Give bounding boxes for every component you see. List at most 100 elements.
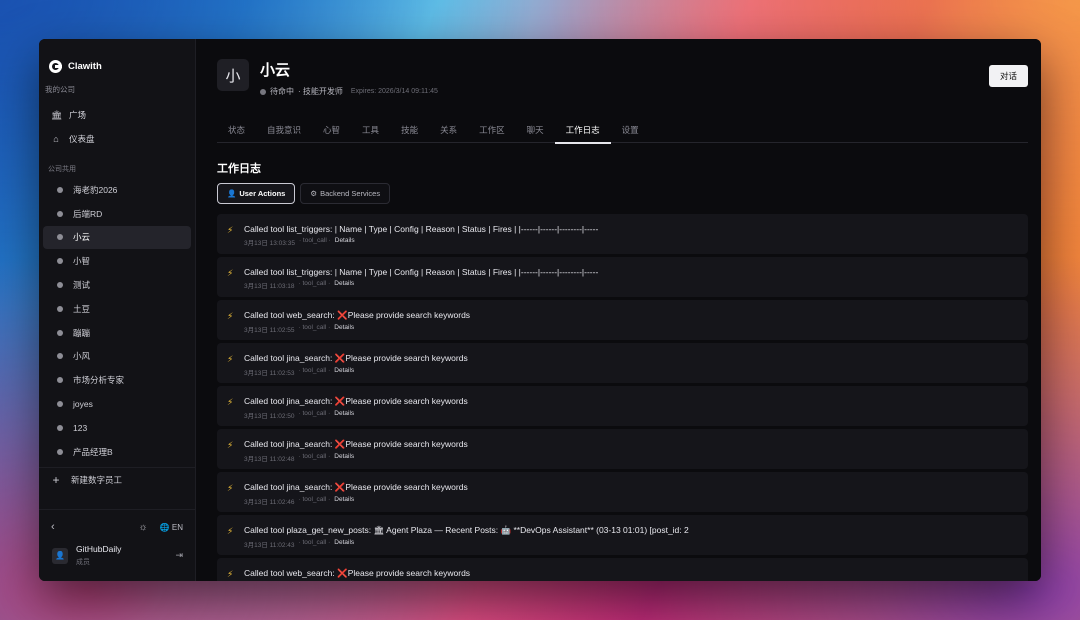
sidebar-agent-item[interactable]: 123 (43, 416, 191, 440)
log-entry[interactable]: ⚡ Called tool list_triggers: | Name | Typ… (217, 257, 1028, 297)
filter-button[interactable]: 👤 User Actions (217, 183, 296, 204)
agent-status-dot-icon (57, 210, 63, 217)
log-text: | Name | Type | Config | Reason | Status… (334, 224, 599, 234)
sidebar-agent-item[interactable]: 后端RD (43, 202, 191, 226)
log-entry[interactable]: ⚡ Called tool jina_search: ❌Please provid… (217, 386, 1028, 426)
sidebar: Clawith 我的公司 🏛 广场 ⌂ 仪表盘 公司共用 海老豹2026 后端RD… (39, 39, 196, 581)
agent-avatar: 小 (217, 59, 249, 91)
nav-item-dashboard[interactable]: ⌂ 仪表盘 (39, 127, 195, 151)
user-profile[interactable]: 👤 GitHubDaily 成员 ⇥ (39, 540, 195, 567)
details-link[interactable]: Details (334, 410, 354, 420)
lightning-icon: ⚡ (227, 311, 234, 321)
tab-item[interactable]: 聊天 (516, 119, 555, 143)
log-kind: · tool_call · (298, 367, 331, 374)
log-entry[interactable]: ⚡ Called tool web_search: ❌Please provide… (217, 558, 1028, 581)
details-link[interactable]: Details (334, 324, 354, 334)
details-link[interactable]: Details (334, 496, 354, 506)
sidebar-agent-item[interactable]: 产品经理B (43, 440, 191, 464)
agent-name: 小云 (260, 62, 291, 79)
agent-status-dot-icon (57, 186, 63, 193)
tab-item[interactable]: 关系 (429, 119, 468, 143)
logout-icon[interactable]: ⇥ (175, 550, 183, 561)
chat-button[interactable]: 对话 (988, 65, 1028, 87)
tab-item[interactable]: 技能 (390, 119, 429, 143)
agent-header: 小 小云 待命中 · 技能开发师 Expires: 2026/3/14 09:1… (217, 59, 438, 97)
section-label: 公司共用 (48, 166, 76, 173)
log-message: Called tool jina_search: ❌Please provide… (244, 439, 1018, 450)
sidebar-agent-item[interactable]: 蹦蹦 (43, 321, 191, 345)
agent-status-dot-icon (57, 329, 63, 336)
sidebar-agent-item[interactable]: 海老豹2026 (43, 178, 191, 202)
error-cross-icon: ❌ (334, 353, 346, 363)
log-time: 3月13日 11:02:43 (244, 542, 295, 549)
home-icon: ⌂ (53, 134, 59, 144)
language-toggle[interactable]: 🌐 EN (160, 523, 183, 532)
sidebar-agent-item[interactable]: 小云 (43, 225, 191, 250)
agent-label: 123 (73, 422, 88, 433)
tab-item[interactable]: 自我意识 (256, 119, 312, 143)
sidebar-agent-item[interactable]: 小智 (43, 249, 191, 273)
nav-label: 仪表盘 (69, 134, 95, 144)
log-prefix: Called tool list_triggers: (244, 224, 335, 234)
log-prefix: Called tool web_search: (244, 568, 338, 578)
theme-toggle-icon[interactable]: ☼ (139, 522, 148, 533)
error-cross-icon: ❌ (334, 482, 346, 492)
gear-icon: ⚙ (310, 189, 318, 198)
log-entry[interactable]: ⚡ Called tool plaza_get_new_posts: 🏛 Agen… (217, 515, 1028, 555)
log-body: Called tool jina_search: ❌Please provide… (244, 439, 1018, 463)
company-name[interactable]: 我的公司 (39, 79, 195, 103)
log-entry[interactable]: ⚡ Called tool list_triggers: | Name | Typ… (217, 214, 1028, 254)
tab-item[interactable]: 工具 (351, 119, 390, 143)
lightning-icon: ⚡ (227, 440, 234, 450)
tab-item[interactable]: 状态 (217, 119, 256, 143)
log-kind: · tool_call · (298, 539, 331, 546)
log-entry[interactable]: ⚡ Called tool web_search: ❌Please provide… (217, 300, 1028, 340)
log-prefix: Called tool jina_search: (244, 396, 335, 406)
add-agent-button[interactable]: + 新建数字员工 (39, 466, 195, 493)
sidebar-agent-item[interactable]: joyes (43, 392, 191, 416)
log-entry[interactable]: ⚡ Called tool jina_search: ❌Please provid… (217, 343, 1028, 383)
log-meta: 3月13日 11:02:55 · tool_call · Details (244, 324, 1018, 334)
log-entry[interactable]: ⚡ Called tool jina_search: ❌Please provid… (217, 429, 1028, 469)
log-message: Called tool jina_search: ❌Please provide… (244, 396, 1018, 407)
sidebar-agent-item[interactable]: 土豆 (43, 297, 191, 321)
log-prefix: Called tool plaza_get_new_posts: (244, 525, 374, 535)
language-label: EN (171, 522, 183, 532)
log-body: Called tool jina_search: ❌Please provide… (244, 396, 1018, 420)
sidebar-agent-item[interactable]: 市场分析专家 (43, 368, 191, 392)
error-cross-icon: ❌ (337, 568, 348, 578)
lightning-icon: ⚡ (227, 526, 234, 536)
log-kind: · tool_call · (298, 496, 331, 503)
details-link[interactable]: Details (335, 237, 355, 247)
log-body: Called tool list_triggers: | Name | Type… (244, 224, 1018, 247)
log-time: 3月13日 11:02:55 (244, 327, 295, 334)
nav-item-plaza[interactable]: 🏛 广场 (39, 103, 195, 127)
log-text: | Name | Type | Config | Reason | Status… (334, 267, 599, 277)
tab-item[interactable]: 工作日志 (554, 119, 611, 144)
log-entry[interactable]: ⚡ Called tool jina_search: ❌Please provid… (217, 472, 1028, 512)
collapse-sidebar-icon[interactable]: ‹ (51, 521, 139, 533)
details-link[interactable]: Details (334, 539, 354, 549)
agent-label: 小风 (73, 351, 91, 362)
sidebar-agent-item[interactable]: 测试 (43, 273, 191, 297)
tab-item[interactable]: 心智 (312, 119, 351, 143)
brand[interactable]: Clawith (39, 39, 195, 79)
filter-button[interactable]: ⚙ Backend Services (300, 183, 391, 204)
log-message: Called tool list_triggers: | Name | Type… (244, 224, 1018, 234)
log-time: 3月13日 11:03:18 (244, 283, 295, 290)
tab-item[interactable]: 设置 (611, 119, 650, 143)
sidebar-agent-item[interactable]: 小风 (43, 345, 191, 369)
agent-status: 待命中 (270, 87, 294, 96)
agent-list: 海老豹2026 后端RD 小云小智测试 土豆 蹦蹦小风市场分析专家 joyes 123 产品经… (39, 178, 195, 464)
tab-item[interactable]: 工作区 (468, 119, 516, 143)
agent-status-dot-icon (57, 353, 63, 360)
log-meta: 3月13日 11:02:50 · tool_call · Details (244, 410, 1018, 420)
sidebar-footer: ‹ ☼ 🌐 EN 👤 GitHubDaily 成员 ⇥ (39, 509, 195, 581)
log-message: Called tool jina_search: ❌Please provide… (244, 353, 1018, 364)
agent-label: 小智 (73, 256, 91, 267)
details-link[interactable]: Details (334, 453, 354, 463)
agent-label: 后端RD (73, 208, 103, 219)
log-meta: 3月13日 11:02:43 · tool_call · Details (244, 539, 1018, 549)
details-link[interactable]: Details (334, 280, 354, 290)
details-link[interactable]: Details (334, 367, 354, 377)
